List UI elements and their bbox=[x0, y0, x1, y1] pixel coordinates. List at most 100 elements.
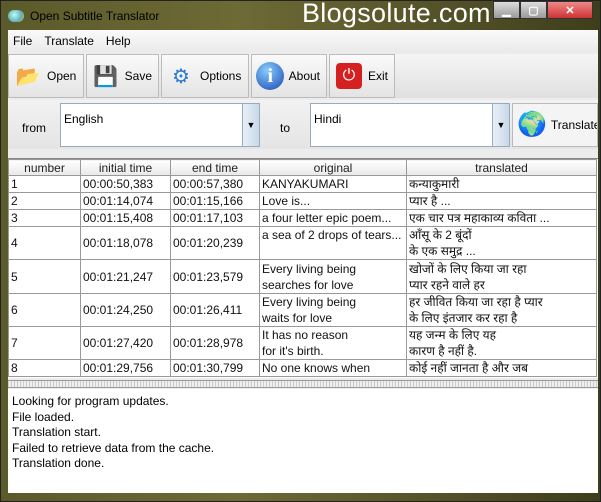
globe-icon: 🌍 bbox=[517, 111, 547, 138]
menu-help[interactable]: Help bbox=[106, 34, 131, 48]
table-cell[interactable]: It has no reason for it's birth. bbox=[259, 326, 407, 360]
table-cell[interactable]: 5 bbox=[8, 259, 81, 294]
table-row[interactable]: 6 00:01:24,250 00:01:26,411 Every living be… bbox=[8, 293, 597, 327]
maximize-button[interactable]: ▢ bbox=[520, 1, 547, 19]
table-cell[interactable]: 00:01:18,078 bbox=[80, 226, 171, 260]
table-cell[interactable]: KANYAKUMARI bbox=[259, 175, 407, 193]
table-cell[interactable]: 00:01:24,250 bbox=[80, 293, 171, 327]
table-row[interactable]: 4 00:01:18,078 00:01:20,239 a sea of 2 drop… bbox=[8, 226, 597, 260]
table-row[interactable]: 3 00:01:15,408 00:01:17,103 a four letter e… bbox=[8, 209, 597, 227]
language-row: from English ▼ to Hindi ▼ 🌍 Translate bbox=[8, 100, 598, 149]
column-header[interactable]: original bbox=[259, 159, 407, 176]
log-panel: Looking for program updates. File loaded.… bbox=[8, 389, 598, 493]
menu-translate[interactable]: Translate bbox=[44, 34, 94, 48]
table-cell[interactable]: कन्याकुमारी bbox=[406, 175, 597, 193]
minimize-button[interactable]: ▁ bbox=[493, 1, 520, 19]
log-line: File loaded. bbox=[12, 409, 75, 424]
app-icon bbox=[8, 10, 24, 22]
about-button[interactable]: i About bbox=[251, 54, 327, 98]
table-cell[interactable]: 7 bbox=[8, 326, 81, 360]
window-title: Open Subtitle Translator bbox=[30, 9, 160, 23]
table-cell[interactable]: एक चार पत्र महाकाव्य कविता ... bbox=[406, 209, 597, 227]
subtitle-table: number initial time end time original transl… bbox=[8, 158, 598, 378]
from-value: English bbox=[64, 111, 104, 126]
log-line: Looking for program updates. bbox=[12, 394, 169, 408]
options-button[interactable]: ⚙ Options bbox=[161, 54, 249, 98]
table-cell[interactable]: Every living being searches for love bbox=[259, 259, 407, 294]
column-header[interactable]: end time bbox=[170, 159, 260, 176]
table-cell[interactable]: कोई नहीं जानता है और जब bbox=[406, 359, 597, 377]
translate-label: Translate bbox=[550, 117, 598, 132]
log-line: Translation done. bbox=[12, 456, 105, 470]
table-cell[interactable]: 1 bbox=[8, 175, 81, 193]
power-icon: ⏻ bbox=[334, 61, 364, 91]
from-language-select[interactable]: English ▼ bbox=[60, 102, 260, 147]
close-button[interactable]: ✕ bbox=[547, 1, 593, 19]
table-row[interactable]: 1 00:00:50,383 00:00:57,380 KANYAKUMARI कन्य… bbox=[8, 175, 597, 193]
table-cell[interactable]: No one knows when bbox=[259, 359, 407, 377]
table-cell[interactable]: 6 bbox=[8, 293, 81, 327]
splitter-handle[interactable] bbox=[8, 380, 598, 388]
table-cell[interactable]: a sea of 2 drops of tears... bbox=[259, 226, 407, 260]
log-line: Failed to retrieve data from the cache. bbox=[12, 440, 215, 455]
exit-label: Exit bbox=[367, 69, 388, 83]
open-button[interactable]: 📂 Open bbox=[8, 54, 84, 98]
watermark: Blogsolute.com bbox=[302, 0, 491, 28]
to-value: Hindi bbox=[314, 111, 342, 126]
toolbar: 📂 Open 💾 Save ⚙ Options i About ⏻ Exit bbox=[8, 54, 598, 98]
column-header[interactable]: initial time bbox=[80, 159, 171, 176]
options-label: Options bbox=[200, 69, 242, 83]
table-cell[interactable]: 00:01:29,756 bbox=[80, 359, 171, 377]
chevron-down-icon[interactable]: ▼ bbox=[242, 103, 259, 146]
table-cell[interactable]: 8 bbox=[8, 359, 81, 377]
table-row[interactable]: 2 00:01:14,074 00:01:15,166 Love is... प्यार… bbox=[8, 192, 597, 210]
table-cell[interactable]: a four letter epic poem... bbox=[259, 209, 407, 227]
menu-bar: File Translate Help bbox=[8, 30, 598, 52]
table-cell[interactable]: 2 bbox=[8, 192, 81, 210]
table-cell[interactable]: 00:01:15,166 bbox=[170, 192, 260, 210]
save-button[interactable]: 💾 Save bbox=[86, 54, 159, 98]
table-cell[interactable]: 00:01:23,579 bbox=[170, 259, 260, 294]
table-cell[interactable]: Love is... bbox=[259, 192, 407, 210]
table-cell[interactable]: 3 bbox=[8, 209, 81, 227]
open-label: Open bbox=[47, 69, 77, 83]
table-cell[interactable]: 00:01:27,420 bbox=[80, 326, 171, 360]
table-cell[interactable]: 00:01:26,411 bbox=[170, 293, 260, 327]
gears-icon: ⚙ bbox=[172, 65, 190, 88]
menu-file[interactable]: File bbox=[13, 34, 32, 48]
table-cell[interactable]: यह जन्म के लिए यह कारण है नहीं है. bbox=[406, 326, 597, 360]
table-row[interactable]: 7 00:01:27,420 00:01:28,978 It has no reaso… bbox=[8, 326, 597, 360]
table-cell[interactable]: 00:01:14,074 bbox=[80, 192, 171, 210]
exit-button[interactable]: ⏻ Exit bbox=[329, 54, 395, 98]
table-cell[interactable]: Every living being waits for love bbox=[259, 293, 407, 327]
table-cell[interactable]: 00:01:15,408 bbox=[80, 209, 171, 227]
folder-icon: 📂 bbox=[15, 65, 41, 88]
table-cell[interactable]: प्यार है ... bbox=[406, 192, 597, 210]
column-header[interactable]: number bbox=[8, 159, 81, 176]
translate-button[interactable]: 🌍 Translate bbox=[512, 102, 598, 147]
table-cell[interactable]: 00:00:57,380 bbox=[170, 175, 260, 193]
table-cell[interactable]: 00:01:20,239 bbox=[170, 226, 260, 260]
column-header[interactable]: translated bbox=[406, 159, 597, 176]
table-cell[interactable]: खोजों के लिए किया जा रहा प्यार रहने वाले … bbox=[406, 259, 597, 294]
title-bar: Open Subtitle Translator bbox=[8, 6, 159, 26]
table-cell[interactable]: 00:01:17,103 bbox=[170, 209, 260, 227]
floppy-disk-icon: 💾 bbox=[93, 65, 119, 88]
table-cell[interactable]: आँसू के 2 बूंदों के एक समुद्र ... bbox=[406, 226, 597, 260]
table-row[interactable]: 5 00:01:21,247 00:01:23,579 Every living be… bbox=[8, 259, 597, 294]
table-cell[interactable]: 00:01:21,247 bbox=[80, 259, 171, 294]
table-cell[interactable]: 4 bbox=[8, 226, 81, 260]
about-label: About bbox=[288, 69, 320, 83]
chevron-down-icon[interactable]: ▼ bbox=[492, 103, 509, 146]
from-label: from bbox=[22, 120, 46, 135]
table-row[interactable]: 8 00:01:29,756 00:01:30,799 No one knows wh… bbox=[8, 359, 597, 377]
table-cell[interactable]: 00:01:30,799 bbox=[170, 359, 260, 377]
to-label: to bbox=[279, 120, 290, 135]
save-label: Save bbox=[124, 69, 152, 83]
table-cell[interactable]: 00:01:28,978 bbox=[170, 326, 260, 360]
info-icon: i bbox=[256, 61, 285, 91]
log-line: Translation start. bbox=[12, 425, 101, 439]
table-cell[interactable]: हर जीवित किया जा रहा है प्यार के लिए इंतज… bbox=[406, 293, 597, 327]
table-cell[interactable]: 00:00:50,383 bbox=[80, 175, 171, 193]
to-language-select[interactable]: Hindi ▼ bbox=[310, 102, 510, 147]
